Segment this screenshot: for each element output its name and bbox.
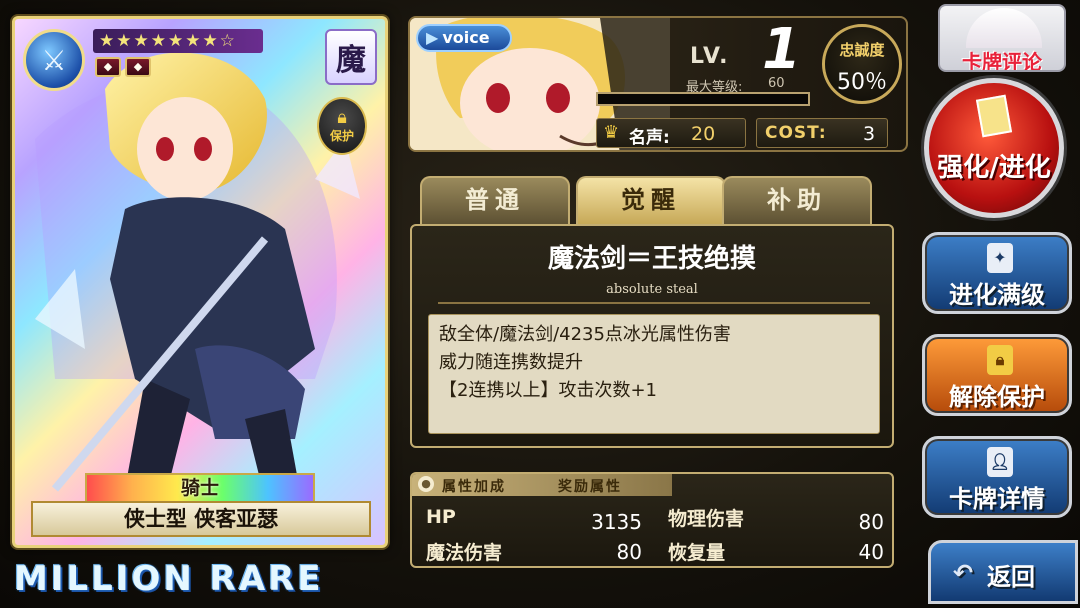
unlock-protect-label: 解除保护 <box>949 383 1045 411</box>
fame-value: 20 <box>691 123 716 145</box>
rarity-stars: ★★★★★★★☆ <box>93 29 263 53</box>
back-button[interactable]: ↶ 返回 <box>928 540 1078 604</box>
card-art-panel: ⚔ ★★★★★★★☆ ◆ ◆ 魔 🔒︎ 保护 骑士 侠士型 侠客亚瑟 <box>12 16 388 548</box>
stats-header: ● 属性加成 奖励属性 <box>412 474 672 496</box>
mascot-icon <box>966 8 1042 48</box>
protect-label: 保护 <box>329 128 354 143</box>
stats-header-left: 属性加成 <box>442 479 506 495</box>
skill-line: 威力随连携数提升 <box>439 352 583 373</box>
skill-title: 魔法剑＝王技绝摸 <box>547 244 756 274</box>
stats-header-right: 奖励属性 <box>558 479 622 495</box>
tab-support[interactable]: 补助 <box>722 176 872 224</box>
voice-button[interactable]: ▶ voice <box>416 24 512 52</box>
gem-slots: ◆ ◆ <box>95 57 151 77</box>
stat-value-hp: 3135 <box>591 510 642 534</box>
card-details-button[interactable]: 👤︎ 卡牌详情 <box>922 436 1072 518</box>
card-details-label: 卡牌详情 <box>949 485 1045 513</box>
card-class: 骑士 <box>85 473 315 503</box>
lock-icon: 🔒︎ <box>337 106 347 128</box>
fame-box: ♛ 名声: 20 <box>596 118 746 148</box>
skill-panel: 魔法剑＝王技绝摸 absolute steal 敌全体/魔法剑/4235点冰光属… <box>410 224 894 448</box>
gem-icon: ◆ <box>125 57 151 77</box>
crossed-swords-icon: ⚔ <box>23 29 85 91</box>
stat-label-recovery: 恢复量 <box>668 542 726 564</box>
stat-value-physical-damage: 80 <box>858 510 884 534</box>
tab-awaken[interactable]: 觉醒 <box>576 176 726 224</box>
level-value: 1 <box>762 17 801 82</box>
gem-icon: ◆ <box>95 57 121 77</box>
stat-label-magic-damage: 魔法伤害 <box>426 542 503 564</box>
status-panel: ▶ voice LV. 1 最大等级: 60 忠誠度 50％ ♛ 名声: 20 C… <box>408 16 908 152</box>
lock-icon: 🔒︎ <box>987 345 1013 375</box>
card-review-button[interactable]: 卡牌评论 <box>938 4 1066 72</box>
cost-box: COST: 3 <box>756 118 888 148</box>
skill-description: 敌全体/魔法剑/4235点冰光属性伤害 威力随连携数提升 【2连携以上】攻击次数… <box>428 314 880 434</box>
stats-panel: ● 属性加成 奖励属性 HP 3135 魔法伤害 80 物理伤害 80 恢复量 … <box>410 472 894 568</box>
loyalty-value: 50％ <box>837 70 887 95</box>
fame-label: 名声: <box>629 128 670 148</box>
stat-label-physical-damage: 物理伤害 <box>668 508 745 530</box>
enhance-evolve-button[interactable]: 强化/进化 <box>924 78 1064 218</box>
attribute-badge: 魔 <box>325 29 377 85</box>
voice-label: voice <box>442 28 490 47</box>
card-review-label: 卡牌评论 <box>962 50 1042 72</box>
skill-tabs: 普通 觉醒 补助 <box>420 176 890 224</box>
evolve-max-label: 进化满级 <box>949 281 1045 309</box>
unlock-protect-button[interactable]: 🔒︎ 解除保护 <box>922 334 1072 416</box>
back-label: 返回 <box>987 563 1035 591</box>
loyalty-badge: 忠誠度 50％ <box>822 24 902 104</box>
sparkle-card-icon: ✦ <box>987 243 1013 273</box>
cost-label: COST: <box>765 123 827 143</box>
crown-icon: ♛ <box>603 122 620 143</box>
card-illustration <box>35 52 360 519</box>
card-name: 侠士型 侠客亚瑟 <box>31 501 371 537</box>
tab-normal[interactable]: 普通 <box>420 176 570 224</box>
back-arrow-icon: ↶ <box>953 559 974 587</box>
skill-subtitle: absolute steal <box>606 282 698 297</box>
divider <box>438 302 870 304</box>
stat-value-magic-damage: 80 <box>616 540 642 564</box>
level-label: LV. <box>690 44 730 69</box>
evolve-max-button[interactable]: ✦ 进化满级 <box>922 232 1072 314</box>
exp-bar <box>596 92 810 106</box>
loyalty-label: 忠誠度 <box>839 41 885 59</box>
person-icon: 👤︎ <box>987 447 1013 477</box>
stat-label-hp: HP <box>426 506 456 528</box>
skill-line: 敌全体/魔法剑/4235点冰光属性伤害 <box>439 324 731 345</box>
protect-badge: 🔒︎ 保护 <box>317 97 367 155</box>
card-icon <box>975 94 1013 138</box>
rarity-label: MILLION RARE <box>14 559 324 599</box>
skill-line: 【2连携以上】攻击次数+1 <box>439 380 657 401</box>
stat-value-recovery: 40 <box>858 540 884 564</box>
user-icon: ● <box>418 476 434 492</box>
enhance-evolve-label: 强化/进化 <box>937 153 1051 183</box>
max-level-value: 60 <box>768 76 785 91</box>
play-icon: ▶ <box>426 28 439 47</box>
cost-value: 3 <box>863 123 876 145</box>
